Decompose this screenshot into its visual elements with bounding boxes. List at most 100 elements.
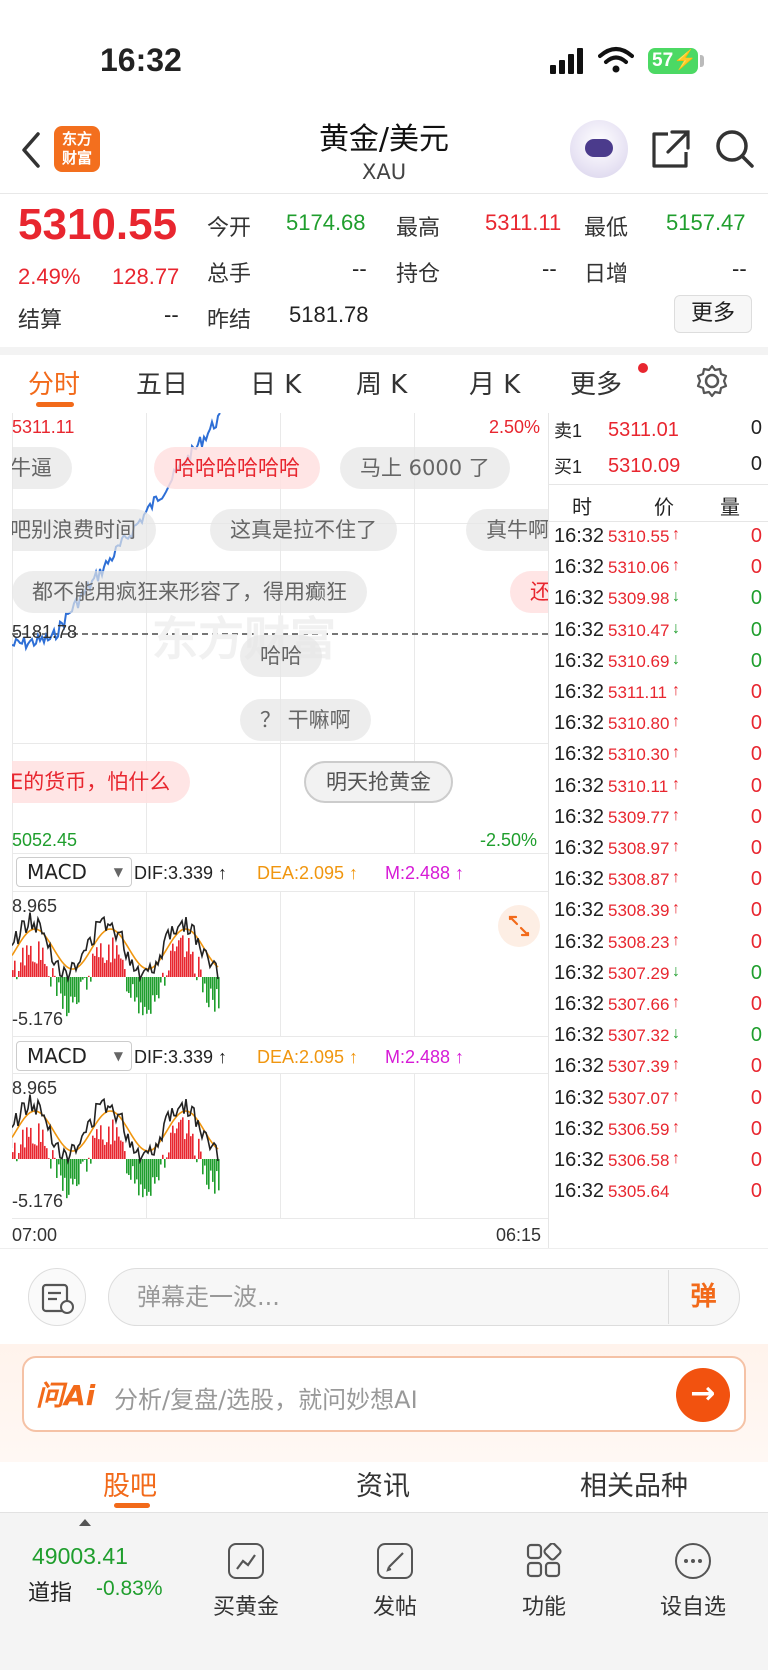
index-value[interactable]: 49003.41	[32, 1543, 128, 1570]
tick-price: 5308.39	[608, 901, 670, 921]
tick-qty: 0	[750, 837, 762, 859]
tick-time: 16:32	[554, 1024, 605, 1047]
signal-icon	[550, 48, 583, 74]
volume-label: 总手	[207, 262, 252, 287]
subtab-news[interactable]: 资讯	[356, 1464, 410, 1503]
tick-price: 5310.06	[608, 558, 670, 578]
low-value: 5157.47	[666, 210, 746, 235]
danmaku-chip[interactable]: 哈哈	[240, 635, 322, 677]
settle-label: 结算	[18, 308, 63, 333]
tab-daily-k[interactable]: 日 K	[250, 364, 301, 401]
back-icon[interactable]	[18, 130, 42, 170]
tick-qty: 0	[750, 774, 762, 797]
subtab-underline	[114, 1503, 150, 1508]
tick-row: 16:32 5309.77 ↑ 0	[548, 806, 768, 839]
tick-arrow-icon: ↓	[672, 619, 680, 637]
tick-arrow-icon: ↑	[672, 557, 680, 575]
tick-time: 16:32	[554, 556, 605, 579]
tick-time: 16:32	[554, 993, 605, 1015]
macd-chart-1	[12, 912, 220, 1017]
settle-value: --	[164, 302, 179, 327]
danmaku-chip[interactable]: 还	[510, 571, 548, 613]
send-danmaku-button[interactable]: 弹	[668, 1270, 738, 1324]
index-change[interactable]: -0.83%	[96, 1577, 163, 1601]
share-icon[interactable]	[650, 128, 692, 170]
index-name[interactable]: 道指	[28, 1575, 72, 1607]
tick-row: 16:32 5307.39 ↑ 0	[548, 1055, 768, 1088]
ai-go-button[interactable]: →	[676, 1368, 730, 1422]
tick-price: 5307.32	[608, 1026, 670, 1046]
danmaku-chip[interactable]: 这真是拉不住了	[210, 509, 397, 551]
tick-row: 16:32 5310.69 ↓ 0	[548, 650, 768, 683]
nav-functions[interactable]: 功能	[484, 1543, 604, 1621]
macd-selector[interactable]: MACD ▼	[16, 857, 132, 887]
row-divider	[548, 521, 768, 522]
danmaku-chip[interactable]: 牛逼	[12, 447, 72, 489]
last-price: 5310.55	[18, 200, 178, 249]
tick-qty: 0	[750, 961, 762, 984]
tab-more[interactable]: 更多	[570, 364, 622, 401]
nav-post[interactable]: 发帖	[335, 1543, 455, 1621]
tick-row: 16:32 5310.47 ↓ 0	[548, 619, 768, 652]
macd-chart-2	[12, 1094, 220, 1199]
tick-qty: 0	[750, 868, 762, 891]
caret-up-icon	[79, 1519, 91, 1526]
danmaku-chip[interactable]: 哈哈哈哈哈哈	[154, 447, 320, 489]
tick-time: 16:32	[554, 618, 605, 641]
section-separator	[0, 347, 768, 355]
intraday-chart[interactable]: 东方财富 5311.11 2.50% 5181.78 5052.45 -2.50…	[12, 413, 548, 1248]
tick-arrow-icon: ↑	[672, 838, 680, 855]
danmaku-chip[interactable]: 真牛啊	[466, 509, 548, 551]
settings-gear-icon[interactable]	[695, 364, 729, 398]
tab-five-day[interactable]: 五日	[136, 364, 188, 401]
tab-monthly-k[interactable]: 月 K	[469, 364, 520, 401]
tick-row: 16:32 5307.32 ↓ 0	[548, 1024, 768, 1057]
macd-dif: DIF:3.339 ↑	[134, 863, 228, 883]
macd-m: M:2.488 ↑	[385, 1047, 465, 1067]
tab-intraday[interactable]: 分时	[28, 364, 80, 401]
nav-buy-gold[interactable]: 买黄金	[186, 1543, 306, 1621]
tick-qty: 0	[750, 1024, 762, 1047]
search-icon[interactable]	[714, 128, 756, 170]
tick-arrow-icon: ↑	[672, 1087, 680, 1105]
macd-min: -5.176	[12, 1009, 64, 1029]
danmaku-settings-button[interactable]	[28, 1268, 86, 1326]
tick-arrow-icon: ↑	[672, 806, 680, 824]
tick-price: 5307.07	[608, 1088, 670, 1108]
macd-selector[interactable]: MACD ▼	[16, 1041, 132, 1071]
tick-row: 16:32 5307.07 ↑ 0	[548, 1087, 768, 1120]
expand-button[interactable]	[498, 905, 540, 947]
macd-m: M:2.488 ↑	[385, 863, 465, 883]
chart-icon	[228, 1543, 264, 1579]
tab-weekly-k[interactable]: 周 K	[356, 364, 407, 401]
tick-time: 16:32	[554, 1055, 605, 1078]
subtab-forum[interactable]: 股吧	[103, 1464, 157, 1503]
tick-price: 5310.69	[608, 651, 670, 671]
sell-1-row: 卖1 5311.01 0	[554, 417, 762, 441]
tick-row: 16:32 5308.39 ↑ 0	[548, 899, 768, 932]
tick-arrow-icon: ↑	[672, 682, 680, 699]
danmaku-chip[interactable]: 马上 6000 了	[340, 447, 510, 489]
danmaku-chip[interactable]: 吧别浪费时间	[12, 509, 156, 551]
change-value: 128.77	[112, 264, 180, 289]
nav-add-watchlist[interactable]: 设自选	[633, 1543, 753, 1621]
tick-price: 5311.11	[608, 683, 667, 702]
danmaku-chip[interactable]: 明天抢黄金	[304, 761, 453, 803]
danmaku-input[interactable]: 弹幕走一波...	[108, 1268, 740, 1326]
more-quote-button[interactable]: 更多	[674, 295, 752, 333]
subtab-related[interactable]: 相关品种	[580, 1464, 688, 1503]
danmaku-chip[interactable]: ？ 干嘛啊	[240, 699, 371, 741]
danmaku-chip[interactable]: 都不能用疯狂来形容了，得用癫狂	[12, 571, 367, 613]
dots-icon	[675, 1543, 711, 1579]
app-logo: 东方 财富	[54, 126, 100, 172]
prev-settle-value: 5181.78	[289, 302, 369, 327]
danmaku-chip[interactable]: E的货币，怕什么	[12, 761, 191, 803]
tick-qty: 0	[750, 712, 762, 735]
tick-list[interactable]: 16:32 5310.55 ↑ 0 16:32 5310.06 ↑ 0 16:32 5309.98…	[548, 525, 768, 1247]
grid-line	[12, 1036, 548, 1037]
time-start: 07:00	[12, 1225, 58, 1245]
tick-price: 5305.64	[608, 1182, 670, 1202]
tick-time: 16:32	[554, 1180, 605, 1203]
ai-input[interactable]: 分析/复盘/选股，就问妙想AI	[114, 1380, 418, 1415]
tick-time: 16:32	[554, 837, 605, 859]
